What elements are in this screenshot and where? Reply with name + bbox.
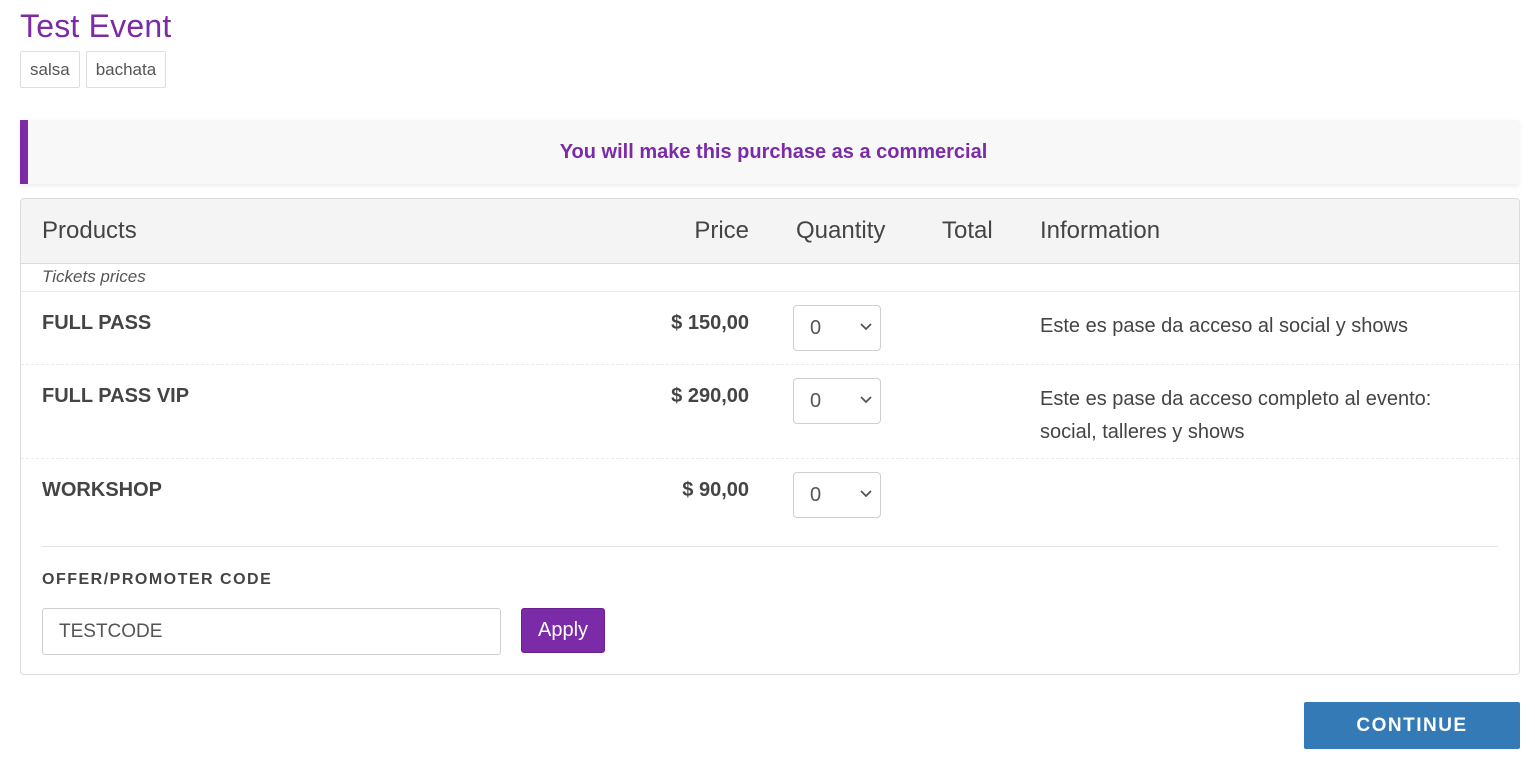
chevron-down-icon (860, 323, 872, 331)
product-name: FULL PASS VIP (42, 385, 190, 407)
quantity-select[interactable]: 0 (793, 472, 881, 518)
tag-salsa[interactable]: salsa (20, 51, 80, 88)
quantity-select[interactable]: 0 (793, 305, 881, 351)
product-information: Este es pase da acceso al social y shows (1040, 315, 1408, 337)
table-row: FULL PASS VIP $ 290,00 0 Este es pase da… (21, 365, 1519, 459)
product-name: WORKSHOP (42, 479, 162, 501)
purchase-notice-text: You will make this purchase as a commerc… (559, 140, 988, 163)
continue-button[interactable]: CONTINUE (1304, 702, 1520, 749)
event-ticket-page: Test Event salsa bachata You will make t… (0, 0, 1535, 764)
event-title: Test Event (20, 8, 172, 44)
header-price: Price (694, 217, 749, 244)
section-label-tickets: Tickets prices (21, 264, 1519, 292)
product-information: Este es pase da acceso completo al event… (1040, 388, 1432, 443)
quantity-value: 0 (810, 317, 822, 339)
header-information: Information (1040, 217, 1161, 244)
purchase-notice: You will make this purchase as a commerc… (20, 120, 1519, 184)
quantity-select[interactable]: 0 (793, 378, 881, 424)
quantity-value: 0 (810, 484, 822, 506)
product-name: FULL PASS (42, 312, 152, 334)
row-divider (42, 546, 1498, 547)
header-quantity: Quantity (796, 217, 886, 244)
offer-code-label: OFFER/PROMOTER CODE (42, 571, 273, 588)
chevron-down-icon (860, 490, 872, 498)
product-price: $ 90,00 (682, 479, 749, 501)
tag-bachata[interactable]: bachata (85, 51, 167, 88)
header-products: Products (42, 217, 137, 244)
chevron-down-icon (860, 396, 872, 404)
header-total: Total (942, 217, 993, 244)
offer-code-input[interactable] (42, 608, 501, 655)
table-row: FULL PASS $ 150,00 0 Este es pase da acc… (21, 292, 1519, 365)
quantity-value: 0 (810, 390, 822, 412)
product-price: $ 290,00 (671, 385, 749, 407)
products-table: Products Price Quantity Total Informatio… (20, 198, 1520, 675)
table-row: WORKSHOP $ 90,00 0 (21, 459, 1519, 547)
event-tags: salsa bachata (20, 51, 167, 88)
products-table-header: Products Price Quantity Total Informatio… (21, 199, 1519, 264)
product-price: $ 150,00 (671, 312, 749, 334)
apply-button[interactable]: Apply (521, 608, 605, 653)
